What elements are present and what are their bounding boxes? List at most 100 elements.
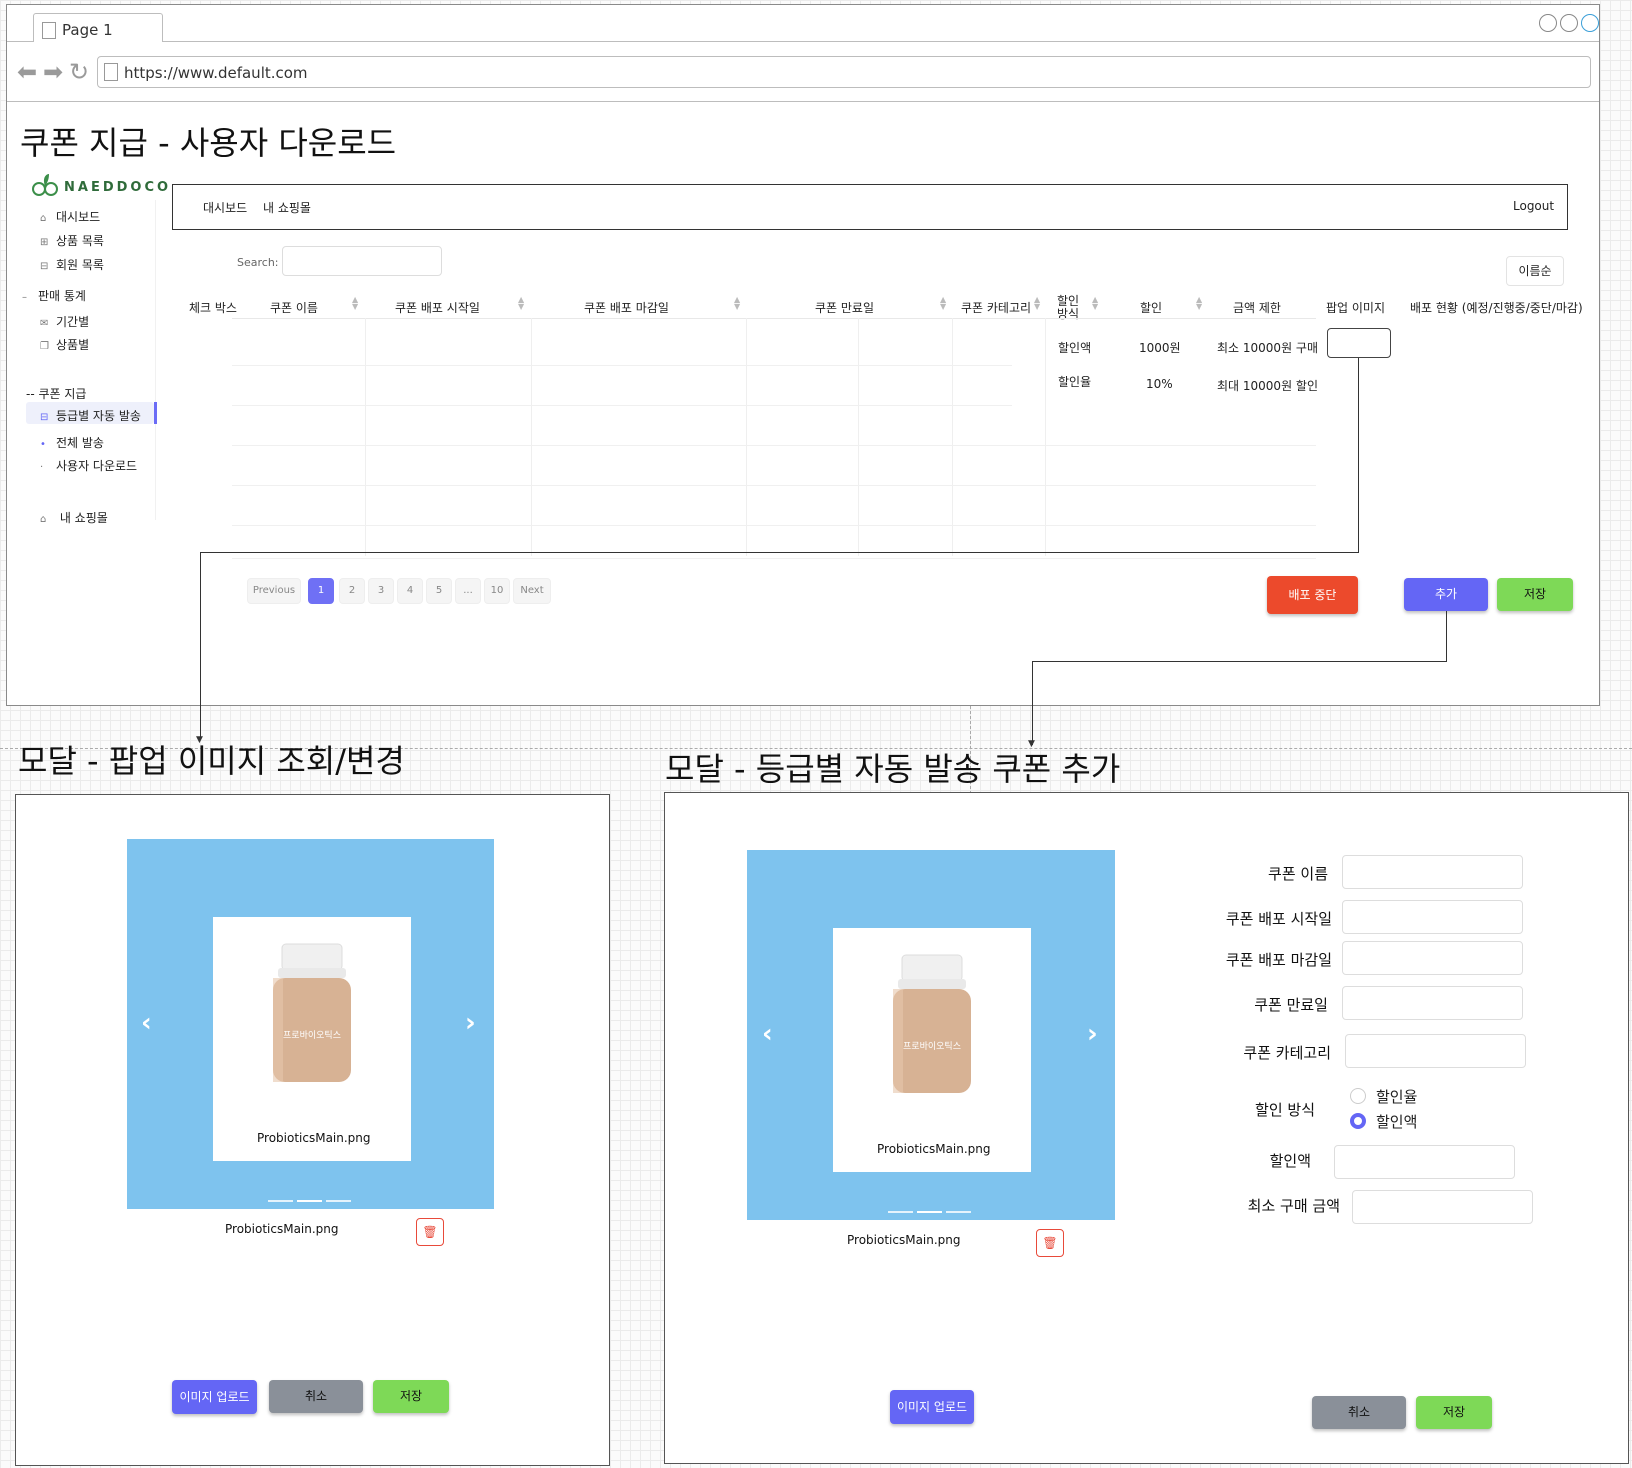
- sidebar-item-dashboard[interactable]: ⌂ 대시보드: [40, 208, 100, 225]
- window-maximize-icon[interactable]: [1560, 14, 1578, 32]
- sort-arrows-icon[interactable]: ▲ ▼: [1092, 296, 1098, 311]
- trash-icon[interactable]: 🗑: [416, 1218, 444, 1246]
- expire-date-input[interactable]: [1342, 986, 1523, 1020]
- sort-arrows-icon[interactable]: ▲ ▼: [518, 296, 524, 311]
- product-bottle-image: 프로바이오틱스: [893, 954, 971, 1093]
- chevron-left-icon[interactable]: ‹: [762, 1019, 773, 1049]
- sidebar-item-by-period[interactable]: ✉ 기간별: [40, 313, 89, 330]
- back-arrow-icon[interactable]: ⬅: [17, 60, 37, 84]
- coupon-name-input[interactable]: [1342, 855, 1523, 889]
- sidebar-item-user-download[interactable]: · 사용자 다운로드: [40, 457, 137, 474]
- sort-arrows-icon[interactable]: ▲ ▼: [352, 296, 358, 311]
- sidebar-item-label: 대시보드: [56, 210, 101, 224]
- sidebar-item-my-shop[interactable]: ⌂ 내 쇼핑몰: [40, 509, 108, 526]
- upload-image-button[interactable]: 이미지 업로드: [172, 1380, 257, 1414]
- sort-select[interactable]: 이름순: [1506, 256, 1564, 286]
- sidebar-item-send-all[interactable]: • 전체 발송: [40, 434, 104, 451]
- table-header-divider: [232, 318, 1316, 319]
- radio-discount-rate[interactable]: [1350, 1088, 1366, 1104]
- min-purchase-input[interactable]: [1352, 1190, 1533, 1224]
- pagination-page[interactable]: 3: [368, 578, 394, 604]
- save-button[interactable]: 저장: [1416, 1396, 1492, 1429]
- sidebar-item-label: 등급별 자동 발송: [56, 409, 141, 423]
- save-button[interactable]: 저장: [373, 1380, 449, 1413]
- th-end-date[interactable]: 쿠폰 배포 마감일: [584, 299, 669, 316]
- sort-arrows-icon[interactable]: ▲ ▼: [1196, 296, 1202, 311]
- popup-image-cell-button[interactable]: [1327, 328, 1391, 358]
- chevron-left-icon[interactable]: ‹: [141, 1008, 152, 1038]
- cell-limit: 최대 10000원 할인: [1217, 379, 1319, 393]
- th-coupon-name[interactable]: 쿠폰 이름: [270, 299, 318, 316]
- forward-arrow-icon[interactable]: ➡: [43, 60, 63, 84]
- chevron-right-icon[interactable]: ›: [465, 1008, 476, 1038]
- column-divider: [365, 318, 366, 556]
- save-button[interactable]: 저장: [1497, 578, 1573, 611]
- nav-link-my-shop[interactable]: 내 쇼핑몰: [263, 199, 311, 216]
- url-text: https://www.default.com: [124, 64, 308, 82]
- search-input[interactable]: [282, 246, 442, 276]
- stop-distribution-button[interactable]: 배포 중단: [1267, 576, 1358, 614]
- modal-coupon-title: 모달 - 등급별 자동 발송 쿠폰 추가: [665, 750, 1121, 788]
- carousel-dots[interactable]: [268, 1187, 355, 1206]
- upload-image-button[interactable]: 이미지 업로드: [890, 1390, 974, 1424]
- sort-arrows-icon[interactable]: ▲ ▼: [734, 296, 740, 311]
- sidebar-item-members[interactable]: ⊟ 회원 목록: [40, 256, 104, 273]
- search-label: Search:: [237, 256, 279, 269]
- start-date-input[interactable]: [1342, 900, 1523, 934]
- carousel-dots[interactable]: [888, 1198, 975, 1217]
- pagination-page[interactable]: 4: [397, 578, 423, 604]
- sidebar-item-sales-stats[interactable]: – 판매 통계: [22, 287, 86, 304]
- card-filename: ProbioticsMain.png: [877, 1142, 991, 1156]
- connector-line: [1446, 611, 1447, 661]
- row-divider: [232, 485, 1316, 486]
- nav-link-dashboard[interactable]: 대시보드: [203, 199, 247, 216]
- page-title: 쿠폰 지급 - 사용자 다운로드: [20, 124, 397, 162]
- add-button[interactable]: 추가: [1404, 578, 1488, 611]
- end-date-input[interactable]: [1342, 941, 1523, 975]
- pagination-page[interactable]: 5: [426, 578, 452, 604]
- reload-icon[interactable]: ↻: [69, 60, 89, 84]
- pagination-page[interactable]: 10: [484, 578, 510, 604]
- card-filename: ProbioticsMain.png: [257, 1131, 371, 1145]
- cell-discount: 1000원: [1139, 341, 1181, 355]
- row-divider: [232, 365, 1012, 366]
- pagination-page[interactable]: 2: [339, 578, 365, 604]
- pagination-page[interactable]: 1: [308, 578, 334, 604]
- radio-discount-amount[interactable]: [1350, 1113, 1366, 1129]
- cancel-button[interactable]: 취소: [1312, 1396, 1406, 1429]
- browser-tab[interactable]: Page 1: [33, 13, 163, 44]
- th-discount[interactable]: 할인: [1140, 299, 1162, 316]
- product-label: 프로바이오틱스: [283, 1029, 341, 1041]
- window-close-icon[interactable]: [1581, 14, 1599, 32]
- sidebar-item-by-product[interactable]: ❐ 상품별: [40, 336, 89, 353]
- logout-link[interactable]: Logout: [1513, 199, 1554, 213]
- sidebar-item-label: 사용자 다운로드: [56, 459, 138, 473]
- sidebar-item-coupon[interactable]: -- 쿠폰 지급: [26, 385, 86, 402]
- column-divider: [952, 318, 953, 556]
- th-category[interactable]: 쿠폰 카테고리: [961, 299, 1031, 316]
- label-discount-amount: 할인액: [1269, 1152, 1311, 1170]
- sort-arrows-icon[interactable]: ▲ ▼: [940, 296, 946, 311]
- url-input[interactable]: https://www.default.com: [97, 56, 1591, 88]
- discount-amount-input[interactable]: [1334, 1145, 1515, 1179]
- th-popup-image: 팝업 이미지: [1326, 301, 1386, 315]
- th-start-date[interactable]: 쿠폰 배포 시작일: [395, 299, 480, 316]
- copy-icon: ❐: [40, 341, 49, 352]
- pagination-previous[interactable]: Previous: [247, 578, 301, 604]
- cancel-button[interactable]: 취소: [269, 1380, 363, 1413]
- window-minimize-icon[interactable]: [1539, 14, 1557, 32]
- cell-method: 할인율: [1058, 375, 1092, 389]
- category-input[interactable]: [1345, 1034, 1526, 1068]
- pagination-next[interactable]: Next: [513, 578, 551, 604]
- row-divider: [232, 525, 1316, 526]
- sort-arrows-icon[interactable]: ▲ ▼: [1034, 296, 1040, 311]
- chevron-right-icon[interactable]: ›: [1087, 1019, 1098, 1049]
- trash-icon[interactable]: 🗑: [1036, 1229, 1064, 1257]
- th-expire-date[interactable]: 쿠폰 만료일: [815, 299, 874, 316]
- dash-icon: –: [22, 292, 27, 303]
- sidebar-item-grade-auto[interactable]: ⊟ 등급별 자동 발송: [40, 407, 141, 424]
- th-amount-limit[interactable]: 금액 제한: [1233, 299, 1281, 316]
- sidebar-item-label: 기간별: [56, 315, 90, 329]
- th-status: 배포 현황 (예정/진행중/중단/마감): [1410, 301, 1583, 315]
- sidebar-item-products[interactable]: ⊞ 상품 목록: [40, 232, 104, 249]
